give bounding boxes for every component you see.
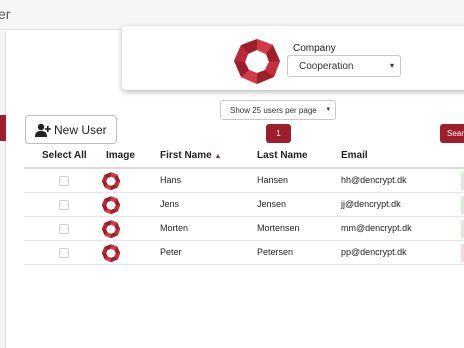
company-label: Company: [293, 43, 336, 54]
cell-email: pp@dencrypt.dk: [341, 247, 407, 257]
new-user-button[interactable]: New User: [25, 115, 117, 144]
cell-email: hh@dencrypt.dk: [341, 175, 407, 185]
new-user-label: New User: [54, 123, 107, 137]
header-last-name[interactable]: Last Name: [257, 150, 308, 161]
per-page-select[interactable]: Show 25 users per page ▾: [220, 100, 336, 120]
company-select[interactable]: Cooperation ▾: [287, 55, 401, 77]
header-first-name-label: First Name: [160, 150, 212, 161]
row-checkbox[interactable]: [59, 248, 69, 258]
company-logo: [234, 39, 280, 84]
company-card: Company Cooperation ▾: [122, 26, 464, 90]
chevron-down-icon: ▾: [389, 61, 394, 70]
chevron-down-icon: ▾: [326, 106, 330, 113]
cell-last-name: Petersen: [257, 247, 294, 257]
row-checkbox[interactable]: [59, 176, 69, 186]
cell-last-name: Hansen: [257, 175, 289, 185]
row-checkbox[interactable]: [59, 224, 69, 234]
table-row[interactable]: Morten Mortensen mm@dencrypt.dk: [24, 217, 464, 241]
user-plus-icon: [35, 123, 51, 137]
cell-first-name: Morten: [160, 223, 189, 233]
search-button[interactable]: Sear: [440, 124, 464, 143]
page-button-1[interactable]: 1: [266, 124, 291, 143]
sidebar: [0, 31, 6, 348]
user-avatar: [101, 172, 121, 191]
user-avatar: [101, 220, 121, 239]
table-row[interactable]: Hans Hansen hh@dencrypt.dk: [24, 169, 464, 193]
header-first-name[interactable]: First Name ▲: [160, 150, 221, 161]
table-row[interactable]: Jens Jensen jj@dencrypt.dk: [24, 193, 464, 217]
row-checkbox[interactable]: [59, 200, 69, 210]
header-email[interactable]: Email: [341, 150, 368, 161]
cell-first-name: Hans: [160, 175, 182, 185]
per-page-value: Show 25 users per page: [230, 106, 317, 115]
header-select-all[interactable]: Select All: [42, 150, 87, 161]
sidebar-item-active[interactable]: [0, 115, 6, 141]
user-avatar: [101, 196, 121, 215]
cell-first-name: Peter: [160, 247, 182, 257]
user-avatar: [101, 244, 121, 263]
app-title: er: [0, 6, 11, 22]
company-select-value: Cooperation: [299, 61, 354, 72]
cell-email: mm@dencrypt.dk: [341, 223, 412, 233]
caret-up-icon: ▲: [214, 153, 222, 160]
table-row[interactable]: Peter Petersen pp@dencrypt.dk: [24, 241, 464, 265]
cell-first-name: Jens: [160, 199, 180, 209]
cell-last-name: Mortensen: [257, 223, 300, 233]
cell-email: jj@dencrypt.dk: [341, 199, 401, 209]
cell-last-name: Jensen: [257, 199, 287, 209]
header-image: Image: [106, 150, 135, 161]
